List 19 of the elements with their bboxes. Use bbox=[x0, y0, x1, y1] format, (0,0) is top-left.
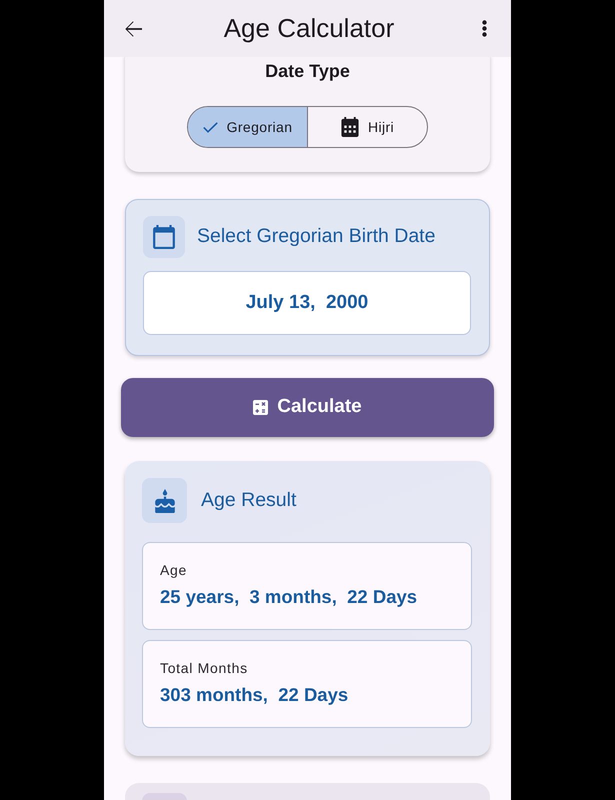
result-value: 25 years, 3 months, 22 Days bbox=[160, 586, 418, 608]
date-type-segment[interactable]: Gregorian bbox=[188, 107, 307, 147]
birth-date-title: Select Gregorian Birth Date bbox=[197, 225, 436, 249]
more-vertical-icon bbox=[482, 20, 488, 37]
date-field[interactable]: July 13, 2000 bbox=[143, 271, 471, 335]
app-title: Age Calculator bbox=[224, 12, 394, 44]
check-icon bbox=[202, 122, 218, 132]
result-label: Age bbox=[160, 561, 188, 579]
calendar-icon bbox=[340, 117, 359, 137]
calculate-button[interactable]: Calculate bbox=[121, 378, 494, 437]
back-arrow-icon bbox=[124, 20, 142, 38]
cake-icon bbox=[142, 478, 187, 523]
date-type-segment[interactable]: Hijri bbox=[307, 107, 427, 147]
calculator-icon bbox=[253, 400, 268, 415]
age-result-title: Age Result bbox=[201, 488, 296, 512]
calendar-icon bbox=[143, 216, 185, 258]
result-label: Total Months bbox=[160, 659, 249, 677]
result-value: 303 months, 22 Days bbox=[160, 684, 350, 706]
date-type-title: Date Type bbox=[264, 61, 351, 81]
